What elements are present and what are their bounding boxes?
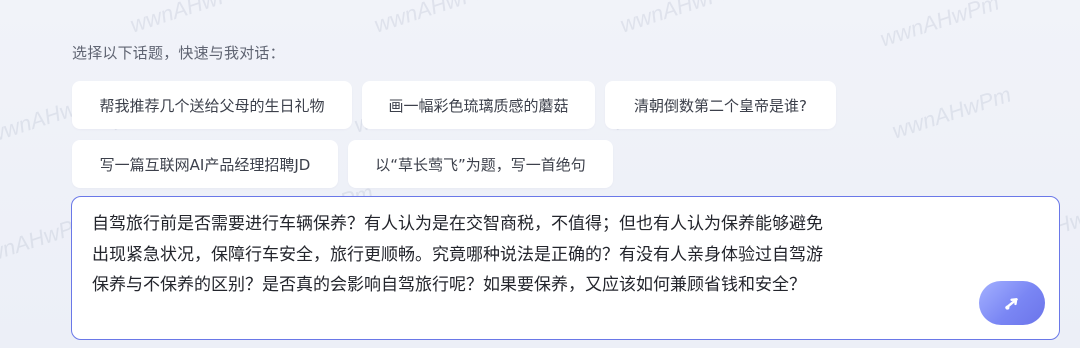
watermark: wwnAHwPm: [889, 81, 1015, 144]
watermark: wwnAHwPm: [877, 0, 1003, 52]
watermark: wwnAHwPm: [617, 0, 743, 38]
send-icon: [1005, 298, 1018, 310]
watermark: wwnAHwPm: [127, 0, 253, 38]
topic-chip-birthday-gift[interactable]: 帮我推荐几个送给父母的生日礼物: [72, 81, 352, 129]
chat-input-line: 自驾旅行前是否需要进行车辆保养？有人认为是在交智商税，不值得；但也有人认为保养能…: [92, 214, 823, 234]
topic-chip-glass-mushroom[interactable]: 画一幅彩色琉璃质感的蘑菇: [362, 81, 595, 129]
topic-chip-ai-pm-jd[interactable]: 写一篇互联网AI产品经理招聘JD: [72, 140, 338, 188]
chat-input-line: 出现紧急状况，保障行车安全，旅行更顺畅。究竟哪种说法是正确的？有没有人亲身体验过…: [92, 244, 823, 265]
chat-input-line: 保养与不保养的区别？是否真的会影响自驾旅行呢？如果要保养，又应该如何兼顾省钱和安…: [92, 275, 806, 295]
watermark: wwnAHwPm: [371, 0, 497, 38]
topic-chip-poem[interactable]: 以“草长莺飞”为题，写一首绝句: [348, 140, 613, 188]
topic-chip-qing-emperor[interactable]: 清朝倒数第二个皇帝是谁?: [605, 81, 836, 129]
topic-prompt-label: 选择以下话题，快速与我对话：: [72, 44, 285, 62]
chat-input-text[interactable]: 自驾旅行前是否需要进行车辆保养？有人认为是在交智商税，不值得；但也有人认为保养能…: [92, 209, 962, 301]
chat-input[interactable]: 自驾旅行前是否需要进行车辆保养？有人认为是在交智商税，不值得；但也有人认为保养能…: [71, 196, 1060, 340]
send-button[interactable]: [979, 281, 1045, 325]
